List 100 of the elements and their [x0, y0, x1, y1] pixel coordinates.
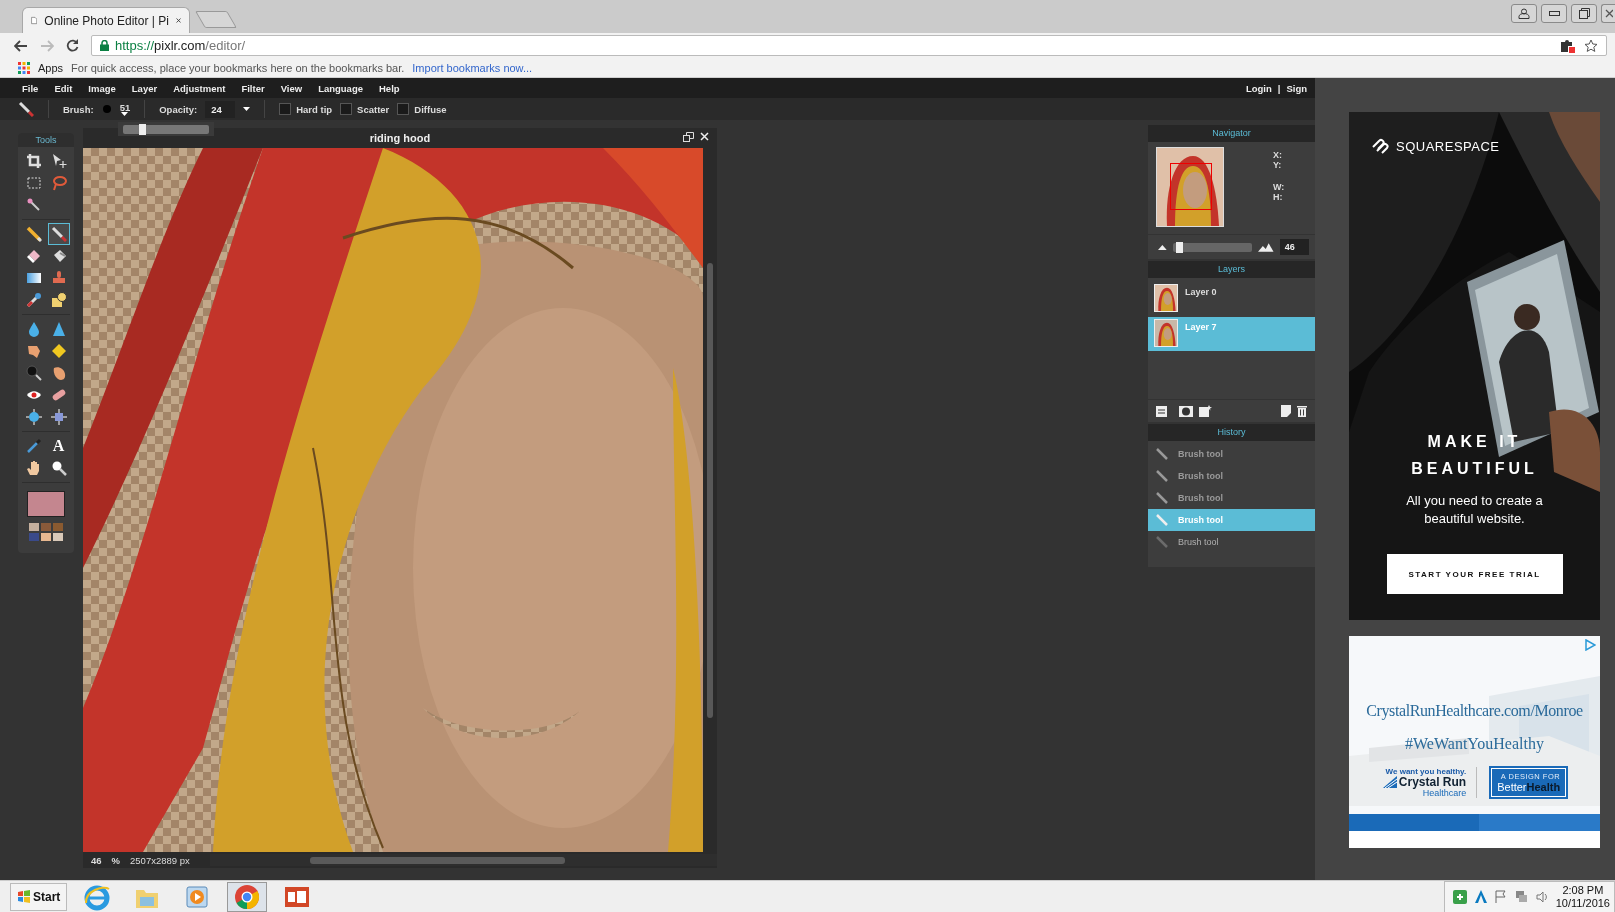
reload-icon[interactable]	[66, 39, 79, 52]
history-item[interactable]: Brush tool	[1148, 487, 1315, 509]
scroll-thumb[interactable]	[707, 263, 713, 718]
apps-link[interactable]: Apps	[38, 61, 64, 74]
caret-icon[interactable]	[121, 111, 129, 116]
restore-icon[interactable]	[683, 132, 694, 142]
user-button[interactable]	[1511, 4, 1537, 23]
star-icon[interactable]	[1584, 38, 1598, 53]
close-icon[interactable]	[700, 132, 709, 141]
zoom-out-icon[interactable]	[1158, 244, 1167, 250]
login-link[interactable]: Login	[1245, 82, 1272, 94]
restore-button[interactable]	[1571, 4, 1597, 23]
history-label: Brush tool	[1178, 449, 1223, 459]
history-item[interactable]: Brush tool	[1148, 531, 1315, 553]
mask-icon[interactable]	[1179, 405, 1193, 417]
signup-link[interactable]: Sign	[1286, 82, 1307, 94]
zoom-in-icon[interactable]	[1258, 242, 1274, 252]
pinch-icon	[50, 409, 67, 425]
opacity-slider[interactable]	[123, 124, 209, 134]
close-button[interactable]	[1601, 4, 1615, 23]
scroll-thumb[interactable]	[309, 857, 565, 864]
clock[interactable]: 2:08 PM 10/11/2016	[1555, 883, 1610, 910]
brush-icon	[1156, 492, 1168, 504]
panel-title: History	[1148, 424, 1315, 441]
apps-grid-icon[interactable]	[18, 61, 30, 74]
ad-text: All you need to create a beautiful website.	[1405, 492, 1544, 528]
horizontal-scrollbar[interactable]	[209, 854, 717, 866]
menu-item[interactable]: File	[14, 82, 47, 94]
new-layer-icon[interactable]	[1199, 405, 1212, 417]
speaker-icon[interactable]	[1535, 890, 1548, 903]
browser-tab[interactable]: Online Photo Editor | Pi	[22, 7, 190, 33]
zoom-value[interactable]: 46	[91, 854, 102, 866]
history-label: Brush tool	[1178, 537, 1219, 547]
zoom-icon	[50, 460, 67, 476]
import-bookmarks-link[interactable]: Import bookmarks now...	[412, 61, 533, 74]
history-item[interactable]: Brush tool	[1148, 443, 1315, 465]
shapes-icon	[50, 292, 67, 308]
history-item[interactable]: Brush tool	[1148, 465, 1315, 487]
primary-color[interactable]	[27, 491, 65, 517]
stamp-icon	[50, 270, 67, 286]
network-icon[interactable]	[1514, 890, 1528, 903]
ad-choices-icon[interactable]	[1585, 639, 1596, 651]
advertisement[interactable]: SQUARESPACE MAKE IT BEAUTIFUL All you need to create a beautiful website. START YOUR FREE TRIAL	[1349, 112, 1600, 620]
sliders-icon[interactable]	[1156, 405, 1167, 417]
viewport-frame[interactable]	[1170, 163, 1212, 210]
page-icon[interactable]	[1281, 405, 1291, 417]
puzzle-icon[interactable]	[1560, 38, 1576, 53]
color-swatch[interactable]	[29, 533, 39, 541]
minimize-button[interactable]	[1541, 4, 1567, 23]
shield-icon[interactable]	[1452, 889, 1467, 904]
menu-item[interactable]: Edit	[46, 82, 81, 94]
menu-item[interactable]: Filter	[233, 82, 273, 94]
color-swatch[interactable]	[41, 533, 51, 541]
pencil-icon	[25, 226, 42, 242]
back-icon[interactable]	[14, 39, 28, 52]
color-swatch[interactable]	[53, 533, 63, 541]
close-icon[interactable]	[175, 16, 181, 25]
caret-icon[interactable]	[243, 107, 251, 111]
menu-item[interactable]: Adjustment	[165, 82, 234, 94]
tool-button[interactable]: A	[47, 435, 70, 457]
checkbox[interactable]	[397, 103, 410, 115]
opacity-field[interactable]: 24	[205, 100, 236, 118]
trash-icon[interactable]	[1297, 405, 1307, 417]
color-swatch[interactable]	[53, 523, 63, 531]
brush-icon	[18, 101, 34, 117]
trial-button[interactable]: START YOUR FREE TRIAL	[1386, 554, 1563, 594]
slider-thumb[interactable]	[1176, 241, 1184, 253]
color-swatch[interactable]	[41, 523, 51, 531]
badge-name: BetterHealth	[1497, 781, 1561, 793]
zoom-field[interactable]: 46	[1279, 239, 1309, 255]
ad-tagline: We want you healthy.	[1385, 767, 1467, 776]
taskbar-app[interactable]	[227, 881, 268, 912]
start-button[interactable]: Start	[10, 882, 68, 911]
opacity-label: Opacity:	[159, 103, 198, 115]
triangle-logo-icon[interactable]	[1474, 890, 1487, 903]
tool-button[interactable]	[47, 223, 70, 245]
checkbox[interactable]	[340, 103, 353, 115]
eraser-icon	[25, 248, 42, 264]
zoom-slider[interactable]	[1172, 242, 1253, 252]
layer-row[interactable]: Layer 0	[1148, 282, 1315, 316]
brush-icon	[50, 226, 67, 242]
menu-item[interactable]: Help	[371, 82, 408, 94]
brush-size[interactable]: 51	[119, 102, 131, 112]
brush-icon	[1156, 514, 1168, 526]
gradient-icon	[25, 270, 42, 286]
checkbox-label: Diffuse	[414, 103, 447, 115]
address-bar[interactable]: https://pixlr.com/editor/	[91, 35, 1607, 56]
zoom-unit: %	[111, 854, 121, 866]
slider-thumb[interactable]	[138, 123, 146, 135]
ad-url: CrystalRunHealthcare.com/Monroe	[1366, 702, 1583, 720]
coordinate-label: Y:	[1273, 160, 1283, 170]
minimize-icon	[1548, 11, 1560, 16]
menu-item[interactable]: Language	[310, 82, 371, 94]
checkbox[interactable]	[279, 103, 292, 115]
menu-item[interactable]: Image	[80, 82, 124, 94]
menu-item[interactable]: View	[272, 82, 311, 94]
color-swatch[interactable]	[29, 523, 39, 531]
menu-item[interactable]: Layer	[123, 82, 166, 94]
ad-hashtag: #WeWantYouHealthy	[1405, 735, 1544, 753]
flag-icon[interactable]	[1494, 890, 1507, 903]
